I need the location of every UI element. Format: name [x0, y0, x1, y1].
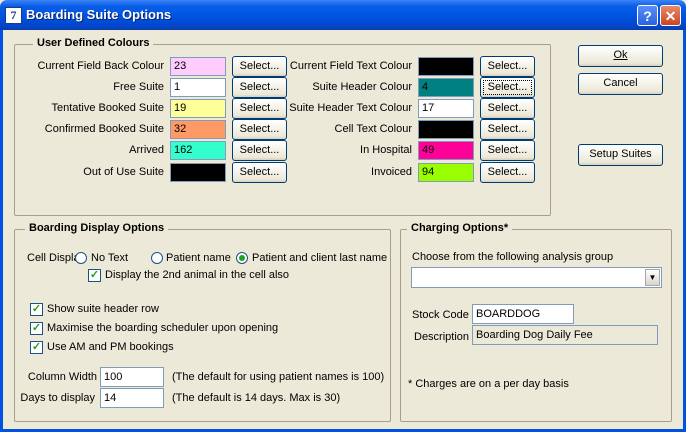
days-label: Days to display [20, 392, 95, 404]
suite-header-colour-select-button[interactable]: Select... [480, 77, 535, 98]
charging-options-label: Charging Options* [407, 222, 513, 234]
radio-patient-name[interactable] [151, 252, 163, 264]
radio-no-text-label: No Text [91, 252, 129, 264]
cancel-button[interactable]: Cancel [578, 73, 663, 95]
suite-header-text-colour-label: Suite Header Text Colour [289, 102, 412, 114]
dialog-window: 7 Boarding Suite Options ? ✕ User Define… [0, 0, 686, 432]
description-field: Boarding Dog Daily Fee [472, 325, 658, 345]
cell-text-colour-swatch [418, 120, 474, 139]
ok-button[interactable]: Ok [578, 45, 663, 67]
show-header-checkbox[interactable]: ✓ [30, 303, 43, 316]
radio-patient-client-label: Patient and client last name [252, 252, 388, 264]
invoiced-select-button[interactable]: Select... [480, 162, 535, 183]
stock-code-label: Stock Code [412, 309, 469, 321]
maximise-label: Maximise the boarding scheduler upon ope… [47, 322, 279, 334]
out-of-use-suite-label: Out of Use Suite [83, 166, 164, 178]
invoiced-label: Invoiced [371, 166, 412, 178]
days-input[interactable]: 14 [100, 388, 164, 408]
show-header-label: Show suite header row [47, 303, 159, 315]
charging-footnote: * Charges are on a per day basis [408, 378, 569, 390]
chevron-down-icon[interactable]: ▼ [645, 269, 660, 286]
arrived-label: Arrived [129, 144, 164, 156]
suite-header-text-colour-swatch: 17 [418, 99, 474, 118]
close-button[interactable]: ✕ [660, 5, 681, 26]
help-button[interactable]: ? [637, 5, 658, 26]
radio-patient-client[interactable] [236, 252, 248, 264]
suite-header-colour-swatch: 4 [418, 78, 474, 97]
maximise-checkbox[interactable]: ✓ [30, 322, 43, 335]
radio-no-text[interactable] [75, 252, 87, 264]
invoiced-swatch: 94 [418, 163, 474, 182]
second-animal-checkbox[interactable]: ✓ [88, 269, 101, 282]
setup-suites-button[interactable]: Setup Suites [578, 144, 663, 166]
free-suite-label: Free Suite [113, 81, 164, 93]
window-title: Boarding Suite Options [26, 7, 172, 22]
current-field-text-colour-select-button[interactable]: Select... [480, 56, 535, 77]
cell-text-colour-label: Cell Text Colour [334, 123, 412, 135]
in-hospital-select-button[interactable]: Select... [480, 140, 535, 161]
stock-code-input[interactable]: BOARDDOG [472, 304, 574, 324]
description-label: Description [414, 331, 470, 343]
suite-header-colour-label: Suite Header Colour [312, 81, 412, 93]
cell-text-colour-select-button[interactable]: Select... [480, 119, 535, 140]
analysis-group-label: Choose from the following analysis group [412, 251, 614, 263]
title-bar[interactable]: 7 Boarding Suite Options ? ✕ [0, 0, 686, 30]
in-hospital-swatch: 49 [418, 141, 474, 160]
column-width-label: Column Width [27, 371, 97, 383]
analysis-group-select[interactable]: ▼ [411, 267, 662, 288]
ok-label: Ok [613, 49, 628, 61]
current-field-text-colour-swatch [418, 57, 474, 76]
am-pm-label: Use AM and PM bookings [47, 341, 174, 353]
radio-patient-name-label: Patient name [166, 252, 231, 264]
app-icon: 7 [5, 7, 22, 24]
setup-suites-label: Setup Suites [589, 148, 652, 160]
second-animal-label: Display the 2nd animal in the cell also [105, 269, 290, 281]
tentative-booked-suite-label: Tentative Booked Suite [51, 102, 164, 114]
column-width-note: (The default for using patient names is … [172, 371, 385, 383]
current-field-text-colour-label: Current Field Text Colour [289, 60, 412, 72]
am-pm-checkbox[interactable]: ✓ [30, 341, 43, 354]
days-note: (The default is 14 days. Max is 30) [172, 392, 341, 404]
current-field-back-colour-label: Current Field Back Colour [37, 60, 164, 72]
display-options-label: Boarding Display Options [25, 222, 169, 234]
column-width-input[interactable]: 100 [100, 367, 164, 387]
suite-header-text-colour-select-button[interactable]: Select... [480, 98, 535, 119]
confirmed-booked-suite-label: Confirmed Booked Suite [44, 123, 164, 135]
in-hospital-label: In Hospital [360, 144, 412, 156]
cancel-label: Cancel [603, 77, 638, 89]
user-colours-label: User Defined Colours [33, 37, 154, 49]
